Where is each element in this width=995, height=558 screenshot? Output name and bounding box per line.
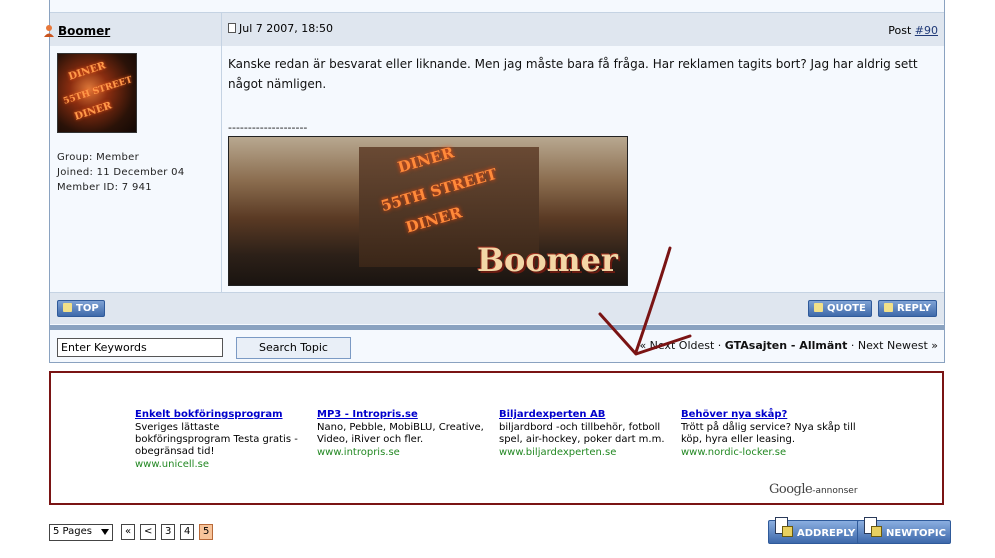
post-date: Jul 7 2007, 18:50 — [228, 22, 333, 35]
topic-nav-separator-1: · — [717, 339, 722, 352]
post-number: Post #90 — [888, 24, 938, 37]
new-topic-icon — [864, 517, 882, 537]
ad-item[interactable]: Enkelt bokföringsprogram Sveriges lättas… — [135, 409, 313, 471]
post-container: Boomer Jul 7 2007, 18:50 Post #90 DINER … — [44, 0, 945, 326]
first-page-button[interactable]: « — [121, 524, 136, 540]
user-joined: Joined: 11 December 04 — [57, 167, 185, 178]
column-divider — [221, 12, 222, 324]
top-button-label: TOP — [76, 303, 99, 314]
signature-separator: -------------------- — [228, 121, 308, 134]
post-body: Kanske redan är besvarat eller liknande.… — [228, 57, 918, 91]
post-number-label: Post — [888, 24, 912, 37]
google-ads-label[interactable]: Google-annonser — [769, 482, 858, 497]
top-button[interactable]: TOP — [57, 300, 105, 317]
user-member-id: Member ID: 7 941 — [57, 182, 152, 193]
user-icon — [44, 25, 54, 37]
reply-button-label: REPLY — [897, 303, 931, 314]
new-topic-label: NEWTOPIC — [886, 528, 946, 539]
ad-text: Trött på dålig service? Nya skåp till kö… — [681, 422, 856, 445]
quote-button[interactable]: QUOTE — [808, 300, 872, 317]
new-topic-button[interactable]: NEWTOPIC — [857, 517, 951, 544]
google-logo: Google — [769, 482, 813, 497]
add-reply-button[interactable]: ADDREPLY — [768, 517, 861, 544]
ad-url[interactable]: www.unicell.se — [135, 459, 313, 471]
reply-button[interactable]: REPLY — [878, 300, 937, 317]
forum-link[interactable]: GTAsajten - Allmänt — [725, 339, 848, 352]
signature-logo-text: Boomer — [477, 241, 618, 279]
user-group: Group: Member — [57, 152, 140, 163]
topic-navigation: « Next Oldest · GTAsajten - Allmänt · Ne… — [639, 339, 938, 352]
ad-url[interactable]: www.biljardexperten.se — [499, 447, 677, 459]
post-date-text: Jul 7 2007, 18:50 — [239, 22, 333, 35]
signature-image: DINER 55TH STREET DINER Boomer — [228, 136, 628, 286]
next-oldest-link[interactable]: « Next Oldest — [639, 339, 714, 352]
keyword-search-input[interactable] — [57, 338, 223, 357]
chevron-down-icon — [101, 529, 109, 535]
post-header: Boomer Jul 7 2007, 18:50 Post #90 — [44, 12, 944, 46]
avatar-text-3: DINER — [73, 100, 114, 123]
pages-dropdown-label: 5 Pages — [53, 526, 92, 537]
ad-title[interactable]: Enkelt bokföringsprogram — [135, 409, 313, 421]
search-topic-button[interactable]: Search Topic — [236, 337, 351, 359]
ad-title[interactable]: Behöver nya skåp? — [681, 409, 859, 421]
post-footer: TOP QUOTE REPLY — [50, 292, 944, 324]
ad-url[interactable]: www.nordic-locker.se — [681, 447, 859, 459]
user-info: Group: Member Joined: 11 December 04 Mem… — [57, 150, 185, 195]
ad-item[interactable]: MP3 - Intropris.se Nano, Pebble, MobiBLU… — [317, 409, 495, 459]
avatar-text-1: DINER — [67, 60, 108, 83]
prev-page-button[interactable]: < — [140, 524, 157, 540]
page-3-button[interactable]: 3 — [161, 524, 176, 540]
ad-url[interactable]: www.intropris.se — [317, 447, 495, 459]
topic-nav-separator-2: · — [850, 339, 855, 352]
pages-dropdown[interactable]: 5 Pages — [49, 524, 113, 541]
add-reply-label: ADDREPLY — [797, 528, 856, 539]
post-page-icon — [228, 23, 236, 33]
ad-text: biljardbord -och tillbehör, fotboll spel… — [499, 422, 665, 445]
avatar: DINER 55TH STREET DINER — [57, 53, 137, 133]
ad-text: Nano, Pebble, MobiBLU, Creative, Video, … — [317, 422, 484, 445]
add-reply-icon — [775, 517, 793, 537]
search-row: Search Topic « Next Oldest · GTAsajten -… — [49, 330, 945, 363]
google-ads-suffix: -annonser — [812, 486, 858, 496]
ad-box: Enkelt bokföringsprogram Sveriges lättas… — [49, 371, 944, 505]
next-newest-link[interactable]: Next Newest » — [858, 339, 938, 352]
ad-text: Sveriges lättaste bokföringsprogram Test… — [135, 422, 298, 457]
ad-item[interactable]: Biljardexperten AB biljardbord -och till… — [499, 409, 677, 459]
post-number-link[interactable]: #90 — [915, 24, 938, 37]
page-4-button[interactable]: 4 — [180, 524, 195, 540]
quote-icon — [884, 303, 893, 312]
quote-button-label: QUOTE — [827, 303, 866, 314]
post-author[interactable]: Boomer — [44, 24, 111, 38]
plus-icon — [814, 303, 823, 312]
ad-title[interactable]: Biljardexperten AB — [499, 409, 677, 421]
arrow-up-icon — [63, 303, 72, 312]
page-5-current: 5 — [199, 524, 214, 540]
ad-title[interactable]: MP3 - Intropris.se — [317, 409, 495, 421]
post-author-name: Boomer — [58, 24, 111, 38]
ad-item[interactable]: Behöver nya skåp? Trött på dålig service… — [681, 409, 859, 459]
